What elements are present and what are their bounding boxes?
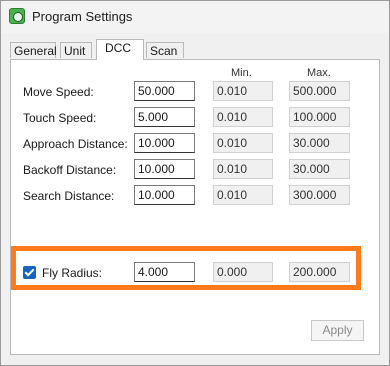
tab-scan[interactable]: Scan <box>146 42 184 58</box>
move-speed-input[interactable]: 50.000 <box>134 81 195 101</box>
search-distance-input[interactable]: 10.000 <box>134 185 195 205</box>
fly-radius-input[interactable]: 4.000 <box>134 262 195 282</box>
search-distance-min: 0.010 <box>213 185 273 205</box>
program-settings-window: Program Settings General Unit DCC Scan M… <box>0 0 390 366</box>
max-column-header: Max. <box>307 67 331 79</box>
touch-speed-input[interactable]: 5.000 <box>134 107 195 127</box>
backoff-distance-max: 30.000 <box>289 159 350 179</box>
backoff-distance-label: Backoff Distance: <box>23 163 117 177</box>
move-speed-max: 500.000 <box>289 81 350 101</box>
apply-button[interactable]: Apply <box>311 320 364 341</box>
app-icon <box>9 8 25 24</box>
search-distance-label: Search Distance: <box>23 189 115 203</box>
min-column-header: Min. <box>231 67 252 79</box>
fly-radius-label: Fly Radius: <box>42 266 103 280</box>
window-title: Program Settings <box>32 9 133 24</box>
tab-strip: General Unit DCC Scan <box>10 39 380 60</box>
move-speed-min: 0.010 <box>213 81 273 101</box>
backoff-distance-min: 0.010 <box>213 159 273 179</box>
touch-speed-max: 100.000 <box>289 107 350 127</box>
tab-dcc[interactable]: DCC <box>96 39 144 60</box>
search-distance-max: 300.000 <box>289 185 350 205</box>
approach-distance-label: Approach Distance: <box>23 137 128 151</box>
approach-distance-min: 0.010 <box>213 133 273 153</box>
backoff-distance-input[interactable]: 10.000 <box>134 159 195 179</box>
tab-unit[interactable]: Unit <box>60 42 92 58</box>
touch-speed-label: Touch Speed: <box>23 111 97 125</box>
dcc-panel <box>10 59 380 355</box>
fly-radius-checkbox[interactable] <box>23 266 36 279</box>
fly-radius-max: 200.000 <box>289 262 350 282</box>
title-bar: Program Settings <box>1 1 389 33</box>
touch-speed-min: 0.010 <box>213 107 273 127</box>
fly-radius-min: 0.000 <box>213 262 273 282</box>
approach-distance-max: 30.000 <box>289 133 350 153</box>
tab-general[interactable]: General <box>10 42 57 58</box>
move-speed-label: Move Speed: <box>23 85 94 99</box>
approach-distance-input[interactable]: 10.000 <box>134 133 195 153</box>
